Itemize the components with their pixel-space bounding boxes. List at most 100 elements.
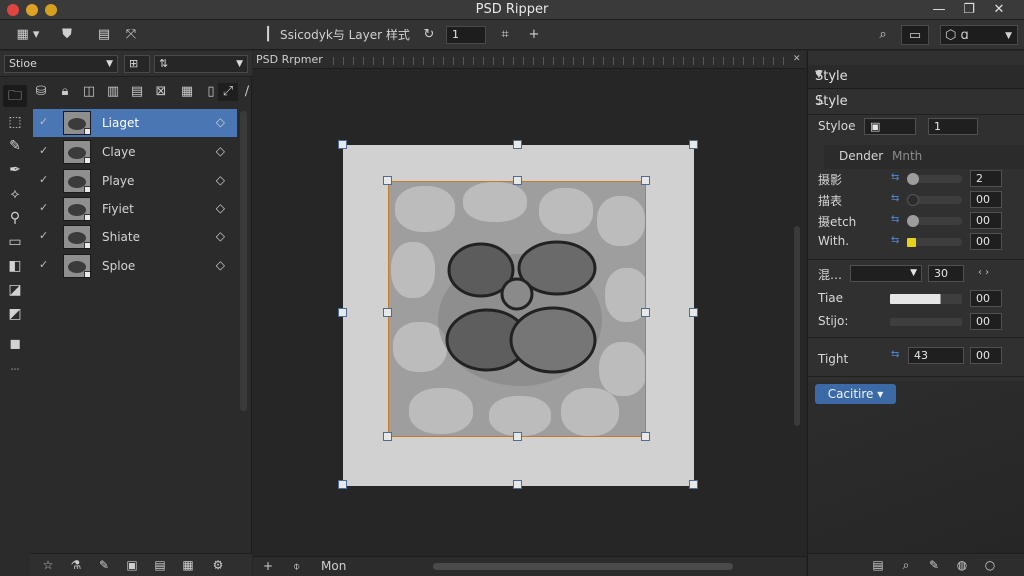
brush-tool-icon[interactable]: ✎ xyxy=(3,135,27,157)
lock-icon[interactable]: 🔒︎ xyxy=(56,83,74,101)
canvas-vertical-scrollbar[interactable] xyxy=(794,226,800,426)
add-icon[interactable]: + xyxy=(263,559,273,573)
brush-icon[interactable]: ✎ xyxy=(96,557,112,573)
property-value[interactable]: 00 xyxy=(970,233,1002,250)
crop-icon[interactable]: ⌗ xyxy=(495,25,515,45)
folder-tool-icon[interactable]: 🗀 xyxy=(3,85,27,107)
visibility-check-icon[interactable]: ✓ xyxy=(39,115,51,129)
rotate-view-icon[interactable]: ⌽ xyxy=(293,559,300,574)
globe-icon[interactable]: ◍ xyxy=(954,557,970,573)
tight-value[interactable]: 43 xyxy=(908,347,964,364)
layer-style-icon[interactable]: ◇ xyxy=(216,258,225,272)
value-field[interactable]: 1 xyxy=(446,26,486,44)
document-tab[interactable]: PSD Rrpmer ✕ xyxy=(253,51,806,69)
layer-style-icon[interactable]: ◇ xyxy=(216,173,225,187)
mask-icon[interactable]: ▦ xyxy=(180,557,196,573)
layer-row[interactable]: ✓ Sploe ◇ xyxy=(33,252,237,280)
blend-dropdown[interactable]: ▼ xyxy=(850,265,922,282)
layer-style-icon[interactable]: ◇ xyxy=(216,201,225,215)
delete-icon[interactable]: ⚙ xyxy=(210,557,226,573)
tool-preset-picker[interactable]: ▦ ▾ xyxy=(8,25,48,45)
transform-handle[interactable] xyxy=(338,308,347,317)
search-icon[interactable]: ⌕ xyxy=(873,25,893,45)
panel-menu-icon[interactable]: ▼ xyxy=(815,69,1019,80)
rotate-icon[interactable]: ↻ xyxy=(419,25,439,45)
link-icon[interactable]: ⇆ xyxy=(891,193,899,204)
pen-tool-icon[interactable]: ✒ xyxy=(3,159,27,181)
inner-handle[interactable] xyxy=(641,308,650,317)
property-value[interactable]: 00 xyxy=(970,313,1002,330)
visibility-check-icon[interactable]: ✓ xyxy=(39,173,51,187)
property-slider[interactable] xyxy=(890,318,962,326)
lasso-tool-icon[interactable]: ⟡ xyxy=(3,183,27,205)
layer-mask-icon[interactable]: ◫ xyxy=(80,83,98,101)
transform-handle[interactable] xyxy=(338,480,347,489)
visibility-check-icon[interactable]: ✓ xyxy=(39,258,51,272)
link-icon[interactable]: ⇆ xyxy=(891,214,899,225)
selected-layer-bounds[interactable] xyxy=(388,181,646,437)
image-icon[interactable]: ⊠ xyxy=(152,83,170,101)
canvas-horizontal-scrollbar[interactable] xyxy=(433,563,733,570)
subtab-month[interactable]: Mnth xyxy=(892,149,922,163)
restore-icon[interactable]: ❐ xyxy=(954,0,984,20)
slider-knob[interactable] xyxy=(907,238,916,247)
workspace-icon[interactable]: ▭ xyxy=(901,25,929,45)
layer-filter-dropdown[interactable]: Stioe ▼ xyxy=(4,55,118,73)
link-icon[interactable]: ⇆ xyxy=(891,235,899,246)
transform-handle[interactable] xyxy=(689,140,698,149)
link-icon[interactable]: ⇆ xyxy=(891,349,899,360)
continue-button[interactable]: Cacitire ▾ xyxy=(815,384,896,404)
blend-icon[interactable]: ⊞ xyxy=(124,55,150,73)
transform-handle[interactable] xyxy=(689,308,698,317)
workspace-picker[interactable]: ⬡ ɑ ▼ xyxy=(940,25,1018,45)
document-icon[interactable]: ▤ xyxy=(870,557,886,573)
opacity-dropdown[interactable]: ⇅ ▼ xyxy=(154,55,248,73)
stack-icon[interactable]: ▤ xyxy=(93,25,115,45)
link-icon[interactable]: ⇆ xyxy=(891,172,899,183)
blend-value[interactable]: 30 xyxy=(928,265,964,282)
slider-knob[interactable] xyxy=(907,194,919,206)
adjust-icon[interactable]: ▥ xyxy=(104,83,122,101)
layer-style-icon[interactable]: ◇ xyxy=(216,144,225,158)
inner-handle[interactable] xyxy=(641,176,650,185)
bucket-tool-icon[interactable]: ◪ xyxy=(3,279,27,301)
marquee-tool-icon[interactable]: ⬚ xyxy=(3,111,27,133)
slider-knob[interactable] xyxy=(907,215,919,227)
group-icon[interactable]: ▤ xyxy=(128,83,146,101)
property-slider[interactable] xyxy=(890,294,962,304)
subtab-render[interactable]: Dender xyxy=(839,149,883,163)
transform-icon[interactable]: ⤧ xyxy=(120,25,142,45)
tight-value-2[interactable]: 00 xyxy=(970,347,1002,364)
pin-icon[interactable]: ⊥ xyxy=(815,94,1018,107)
brush-icon[interactable]: ✎ xyxy=(926,557,942,573)
new-group-icon[interactable]: ▣ xyxy=(124,557,140,573)
link-icon[interactable]: ⤢ xyxy=(218,83,238,101)
layer-row[interactable]: ✓ Shiate ◇ xyxy=(33,223,237,251)
visibility-check-icon[interactable]: ✓ xyxy=(39,144,51,158)
transform-handle[interactable] xyxy=(513,140,522,149)
star-icon[interactable]: ☆ xyxy=(40,557,56,573)
color-swatch-icon[interactable]: ◼ xyxy=(3,333,27,355)
transform-handle[interactable] xyxy=(689,480,698,489)
close-icon[interactable]: ✕ xyxy=(984,0,1014,20)
style-tab[interactable]: Style ▼ xyxy=(808,65,1024,89)
transform-handle[interactable] xyxy=(513,480,522,489)
inner-handle[interactable] xyxy=(383,308,392,317)
new-layer-icon[interactable]: ▤ xyxy=(152,557,168,573)
property-value[interactable]: 00 xyxy=(970,212,1002,229)
style-preset-field[interactable]: ▣ xyxy=(864,118,916,135)
property-value[interactable]: 00 xyxy=(970,191,1002,208)
slider-knob[interactable] xyxy=(907,173,919,185)
layer-stack-icon[interactable]: ⛁ xyxy=(32,83,50,101)
shirt-icon[interactable]: ⛊ xyxy=(56,25,78,45)
layer-row[interactable]: ✓ Playe ◇ xyxy=(33,167,237,195)
transform-handle[interactable] xyxy=(338,140,347,149)
inner-handle[interactable] xyxy=(383,176,392,185)
style-value-field[interactable]: 1 xyxy=(928,118,978,135)
inner-handle[interactable] xyxy=(513,176,522,185)
more-tools-icon[interactable]: ⋯ xyxy=(3,359,27,381)
plus-icon[interactable]: + xyxy=(524,25,544,45)
eraser-tool-icon[interactable]: ◧ xyxy=(3,255,27,277)
minimize-icon[interactable]: — xyxy=(924,0,954,20)
circle-icon[interactable]: ○ xyxy=(982,557,998,573)
